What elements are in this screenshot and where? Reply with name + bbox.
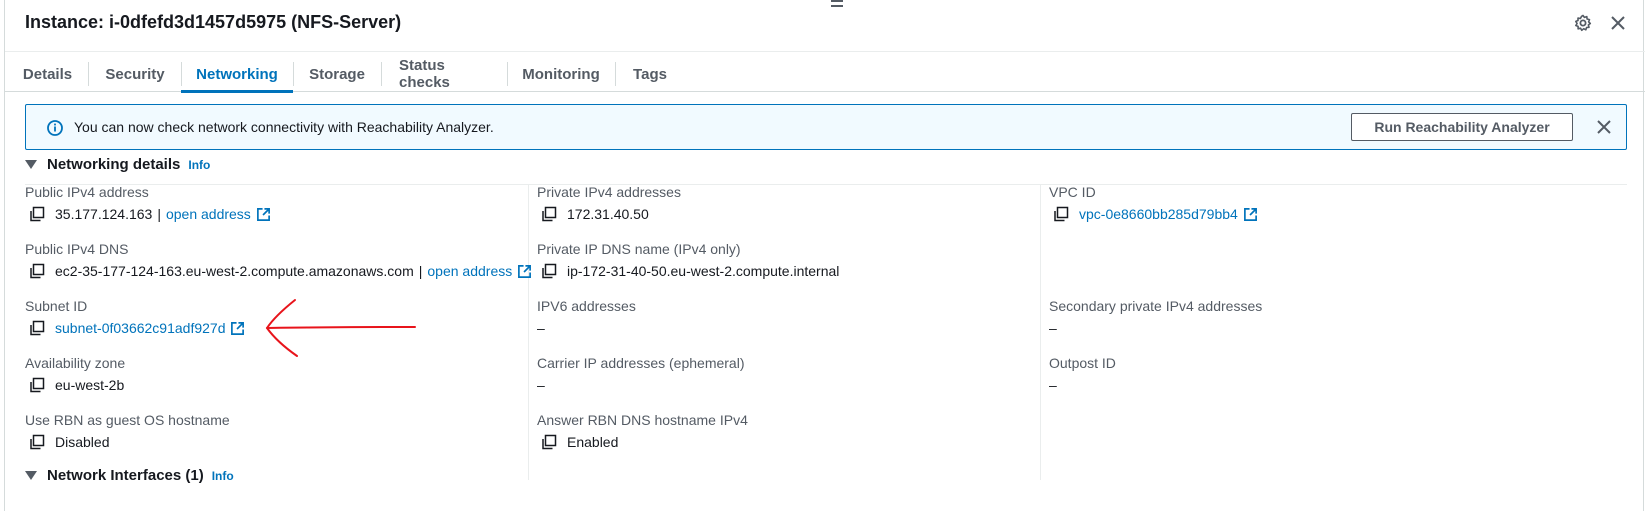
vpc-id-link[interactable]: vpc-0e8660bb285d79bb4	[1079, 206, 1238, 222]
tab-divider	[293, 62, 294, 86]
ipv6-field: IPV6 addresses –	[537, 298, 636, 336]
tab-details[interactable]: Details	[23, 56, 72, 92]
subnet-id-link[interactable]: subnet-0f03662c91adf927d	[55, 320, 225, 336]
field-label: Public IPv4 address	[25, 184, 149, 200]
copy-icon[interactable]	[29, 434, 45, 450]
section-title: Network Interfaces (1)	[47, 467, 204, 484]
run-reachability-analyzer-button[interactable]: Run Reachability Analyzer	[1351, 113, 1573, 141]
copy-icon[interactable]	[29, 377, 45, 393]
rbn-hostname-field: Use RBN as guest OS hostname Disabled	[25, 412, 230, 450]
field-label: Answer RBN DNS hostname IPv4	[537, 412, 748, 428]
info-link[interactable]: Info	[188, 158, 210, 172]
external-link-icon[interactable]	[517, 264, 532, 279]
tab-monitoring[interactable]: Monitoring	[522, 56, 599, 92]
rbn-hostname-value: Disabled	[55, 434, 110, 450]
tab-tags[interactable]: Tags	[633, 56, 667, 92]
caret-down-icon[interactable]	[25, 471, 37, 480]
separator: |	[157, 206, 161, 222]
public-dns-field: Public IPv4 DNS ec2-35-177-124-163.eu-we…	[25, 241, 532, 279]
field-label: Private IPv4 addresses	[537, 184, 681, 200]
secondary-private-ipv4-field: Secondary private IPv4 addresses –	[1049, 298, 1262, 336]
public-dns-value: ec2-35-177-124-163.eu-west-2.compute.ama…	[55, 263, 414, 279]
answer-rbn-value: Enabled	[567, 434, 619, 450]
info-link[interactable]: Info	[212, 469, 234, 483]
section-title: Networking details	[47, 156, 181, 173]
column-divider	[528, 184, 529, 480]
field-label: Availability zone	[25, 355, 126, 371]
private-dns-value: ip-172-31-40-50.eu-west-2.compute.intern…	[567, 263, 840, 279]
tab-security[interactable]: Security	[105, 56, 164, 92]
private-dns-field: Private IP DNS name (IPv4 only) ip-172-3…	[537, 241, 839, 279]
outpost-id-value: –	[1049, 377, 1057, 393]
tab-storage[interactable]: Storage	[309, 56, 365, 92]
carrier-ip-value: –	[537, 377, 545, 393]
external-link-icon[interactable]	[230, 321, 245, 336]
availability-zone-field: Availability zone eu-west-2b	[25, 355, 125, 393]
outpost-id-field: Outpost ID –	[1049, 355, 1116, 393]
vpc-id-field: VPC ID vpc-0e8660bb285d79bb4	[1049, 184, 1258, 222]
field-label: Use RBN as guest OS hostname	[25, 412, 230, 428]
separator: |	[418, 263, 423, 279]
public-ipv4-field: Public IPv4 address 35.177.124.163 | ope…	[25, 184, 271, 222]
tab-divider	[381, 62, 382, 86]
tab-divider	[615, 62, 616, 86]
field-label: Subnet ID	[25, 298, 88, 314]
close-icon[interactable]	[1607, 12, 1629, 34]
secondary-private-ipv4-value: –	[1049, 320, 1057, 336]
external-link-icon[interactable]	[1243, 207, 1258, 222]
tab-divider	[88, 62, 89, 86]
copy-icon[interactable]	[541, 434, 557, 450]
field-label: Outpost ID	[1049, 355, 1116, 371]
field-label: VPC ID	[1049, 184, 1096, 200]
banner-message: You can now check network connectivity w…	[74, 119, 494, 135]
copy-icon[interactable]	[29, 206, 45, 222]
copy-icon[interactable]	[29, 263, 45, 279]
field-label: Carrier IP addresses (ephemeral)	[537, 355, 745, 371]
tab-divider	[507, 62, 508, 86]
private-ipv4-field: Private IPv4 addresses 172.31.40.50	[537, 184, 681, 222]
info-banner: You can now check network connectivity w…	[25, 104, 1627, 150]
info-circle-icon	[47, 120, 63, 136]
public-ipv4-value: 35.177.124.163	[55, 206, 153, 222]
copy-icon[interactable]	[1053, 206, 1069, 222]
private-ipv4-value: 172.31.40.50	[567, 206, 649, 222]
availability-zone-value: eu-west-2b	[55, 377, 125, 393]
carrier-ip-field: Carrier IP addresses (ephemeral) –	[537, 355, 745, 393]
close-icon[interactable]	[1593, 116, 1615, 138]
column-divider	[1040, 184, 1041, 480]
external-link-icon[interactable]	[256, 207, 271, 222]
answer-rbn-field: Answer RBN DNS hostname IPv4 Enabled	[537, 412, 748, 450]
copy-icon[interactable]	[541, 206, 557, 222]
tab-bar: Details Security Networking Storage Stat…	[5, 56, 1645, 93]
ipv6-value: –	[537, 320, 545, 336]
tab-status-checks[interactable]: Status checks	[399, 56, 489, 92]
network-interfaces-header: Network Interfaces (1) Info	[25, 467, 234, 484]
gear-icon[interactable]	[1572, 12, 1594, 34]
caret-down-icon[interactable]	[25, 160, 37, 169]
networking-details-header: Networking details Info	[25, 156, 210, 173]
annotation-arrow	[265, 299, 416, 357]
instance-details-panel: Instance: i-0dfefd3d1457d5975 (NFS-Serve…	[4, 0, 1645, 511]
open-address-link[interactable]: open address	[166, 206, 251, 222]
field-label: Secondary private IPv4 addresses	[1049, 298, 1263, 314]
field-label: IPV6 addresses	[537, 298, 636, 314]
subnet-id-field: Subnet ID subnet-0f03662c91adf927d	[25, 298, 245, 336]
copy-icon[interactable]	[29, 320, 45, 336]
tab-networking[interactable]: Networking	[181, 56, 293, 93]
copy-icon[interactable]	[541, 263, 557, 279]
field-label: Private IP DNS name (IPv4 only)	[537, 241, 741, 257]
field-label: Public IPv4 DNS	[25, 241, 129, 257]
page-title: Instance: i-0dfefd3d1457d5975 (NFS-Serve…	[25, 12, 402, 32]
panel-header: Instance: i-0dfefd3d1457d5975 (NFS-Serve…	[5, 0, 1645, 52]
open-address-link[interactable]: open address	[427, 263, 512, 279]
